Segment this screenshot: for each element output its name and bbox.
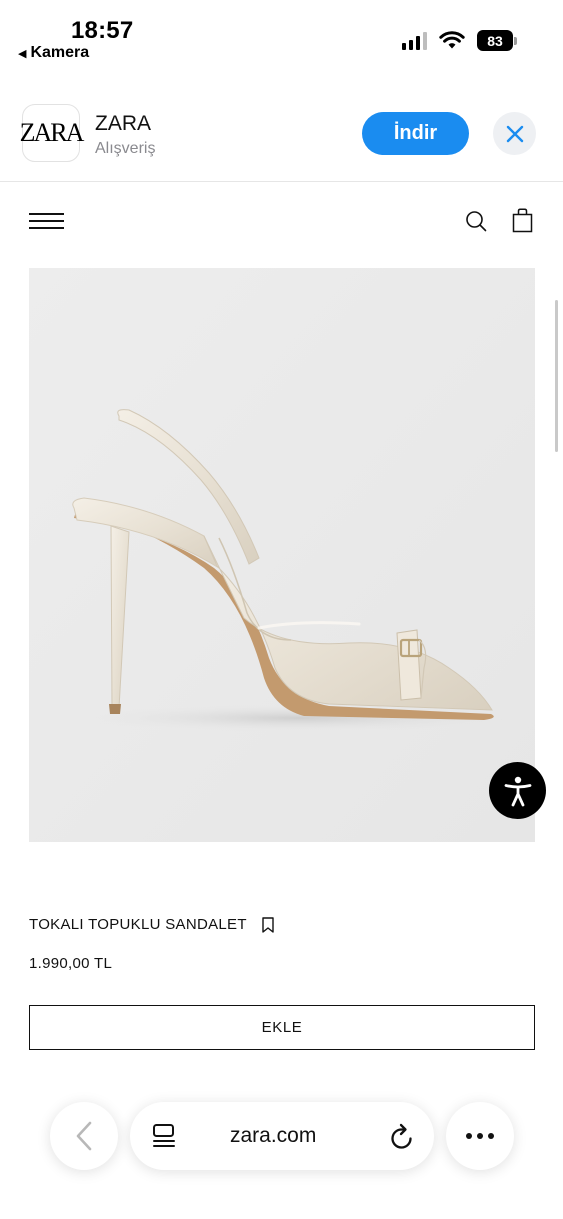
back-app-label: Kamera (30, 44, 90, 61)
app-name: ZARA (95, 112, 152, 135)
product-title-row: TOKALI TOPUKLU SANDALET (29, 916, 275, 933)
status-time: 18:57 (71, 17, 134, 44)
back-triangle-icon: ◀ (18, 47, 27, 60)
accessibility-button[interactable] (489, 762, 546, 819)
zara-app-icon: ZARA (20, 104, 84, 162)
url-text: zara.com (230, 1124, 317, 1147)
chevron-left-icon (76, 1121, 92, 1151)
reader-icon[interactable] (152, 1123, 176, 1149)
menu-icon[interactable] (29, 213, 64, 229)
browser-back-button[interactable] (50, 1102, 118, 1170)
accessibility-icon (504, 776, 531, 806)
shopping-bag-icon[interactable] (512, 208, 533, 233)
more-icon (466, 1133, 494, 1139)
smart-app-banner: ZARA ZARA Alışveriş İndir (0, 100, 563, 182)
status-icons: 83 (402, 30, 517, 51)
product-price: 1.990,00 TL (29, 955, 113, 972)
more-options-button[interactable] (446, 1102, 514, 1170)
address-bar[interactable]: zara.com (130, 1102, 434, 1170)
close-banner-button[interactable] (493, 112, 536, 155)
add-to-cart-button[interactable]: EKLE (29, 1005, 535, 1050)
battery-icon: 83 (477, 30, 517, 51)
bookmark-icon[interactable] (261, 916, 275, 933)
search-icon[interactable] (465, 210, 487, 232)
slingback-heel-sandal-image (29, 268, 535, 842)
cellular-signal-icon (402, 31, 427, 50)
product-name: TOKALI TOPUKLU SANDALET (29, 916, 247, 933)
close-icon (506, 125, 523, 142)
wifi-icon (439, 31, 465, 49)
battery-level: 83 (477, 30, 513, 51)
reload-icon[interactable] (389, 1123, 415, 1151)
page: 18:57 ◀ Kamera 83 ZARA ZARA Alışveriş İn… (0, 0, 563, 1219)
install-button[interactable]: İndir (362, 112, 469, 155)
app-category: Alışveriş (95, 140, 156, 157)
scroll-indicator[interactable] (555, 300, 558, 452)
product-image[interactable] (29, 268, 535, 842)
back-to-app-link[interactable]: ◀ Kamera (18, 44, 89, 62)
